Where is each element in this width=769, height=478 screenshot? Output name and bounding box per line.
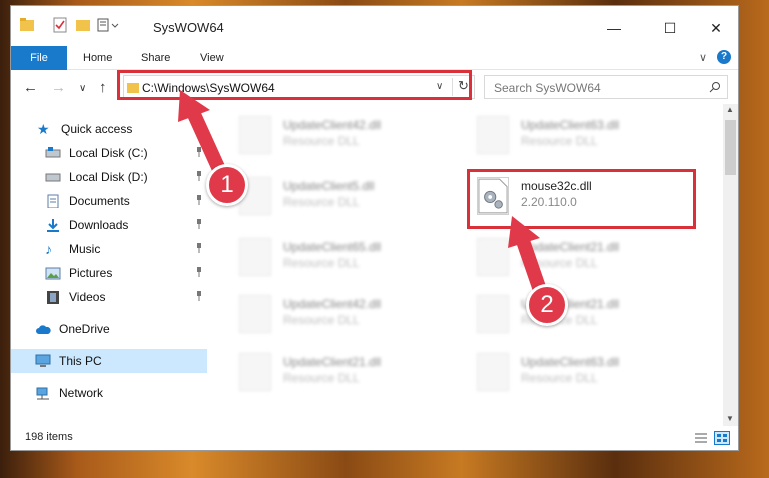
step-badge-1: 1 [206,164,248,206]
step-badge-2: 2 [526,284,568,326]
arrow-to-file [508,216,549,303]
annotation-arrows [178,90,549,303]
arrow-to-address-bar [178,90,229,183]
